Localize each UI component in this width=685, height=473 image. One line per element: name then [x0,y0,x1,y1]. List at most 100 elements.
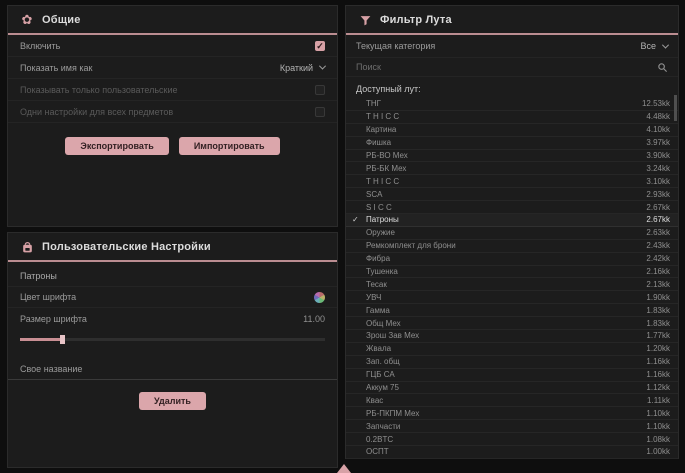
enable-row: Включить ✓ [8,35,337,57]
category-value: Все [640,41,656,51]
loot-item-name: ГЦБ СА [366,370,646,379]
loot-item-value: 2.16kk [646,267,670,276]
loot-item-name: РБ-ВО Мех [366,151,646,160]
category-row: Текущая категория Все [346,35,678,58]
general-settings-panel: ✿ Общие Включить ✓ Показать имя как Крат… [7,5,338,227]
loot-list-item[interactable]: ✓ Запчасти 1.10kk [346,420,678,433]
color-wheel-icon[interactable] [314,292,325,303]
loot-item-name: ТНГ [366,99,642,108]
loot-list-item[interactable]: ✓ РБ-ПКПМ Мех 1.10kk [346,407,678,420]
loot-item-value: 4.10kk [646,125,670,134]
search-input[interactable] [356,62,657,72]
loot-item-name: 0.2BTC [366,435,646,444]
enable-label: Включить [20,41,60,51]
loot-item-name: Фишка [366,138,646,147]
chevron-down-icon [319,63,326,70]
loot-list-item[interactable]: ✓ Аккум 75 1.12kk [346,382,678,395]
loot-list-item[interactable]: ✓ Фибра 2.42kk [346,253,678,266]
backpack-icon [20,240,34,254]
loot-item-value: 1.16kk [646,357,670,366]
loot-item-value: 3.10kk [646,177,670,186]
loot-item-name: SCA [366,190,646,199]
custom-name-input[interactable] [92,361,325,377]
export-button[interactable]: Экспортировать [65,137,168,155]
loot-item-name: Тесак [366,280,646,289]
header-divider [8,260,337,262]
loot-list-item[interactable]: ✓ Тесак 2.13kk [346,278,678,291]
loot-item-value: 1.77kk [646,331,670,340]
loot-item-value: 2.42kk [646,254,670,263]
only-custom-checkbox[interactable] [315,85,325,95]
loot-list-item[interactable]: ✓ Зрош Зав Мех 1.77kk [346,330,678,343]
gear-flower-icon: ✿ [20,13,34,27]
loot-list-item[interactable]: ✓ Картина 4.10kk [346,124,678,137]
loot-list-item[interactable]: ✓ ТНГ 12.53kk [346,98,678,111]
loot-item-name: Общ Мех [366,319,646,328]
loot-item-name: Фибра [366,254,646,263]
search-row [346,58,678,77]
loot-list-item[interactable]: ✓ SCA 2.93kk [346,188,678,201]
scrollbar-thumb[interactable] [674,95,677,121]
loot-list-item[interactable]: ✓ Зап. общ 1.16kk [346,356,678,369]
font-size-slider[interactable] [20,334,325,344]
import-button[interactable]: Импортировать [179,137,280,155]
slider-track [20,338,325,341]
loot-list-item[interactable]: ✓ Ремкомплект для брони 2.43kk [346,240,678,253]
collapse-handle-icon[interactable] [337,464,351,473]
loot-item-name: Ремкомплект для брони [366,241,646,250]
delete-row: Удалить [8,392,337,410]
loot-item-name: S I C C [366,203,646,212]
custom-name-row: Свое название [8,358,337,380]
loot-item-value: 2.93kk [646,190,670,199]
loot-item-name: Картина [366,125,646,134]
checkmark-icon: ✓ [352,215,359,224]
slider-fill [20,338,60,341]
name-mode-label: Показать имя как [20,63,92,73]
loot-list-item[interactable]: ✓ Тушенка 2.16kk [346,266,678,279]
name-mode-dropdown[interactable]: Краткий [280,63,325,73]
loot-list-item[interactable]: ✓ Жвала 1.20kk [346,343,678,356]
available-loot-label: Доступный лут: [346,77,678,98]
font-size-row: Размер шрифта 11.00 [8,308,337,330]
loot-list-item[interactable]: ✓ УВЧ 1.90kk [346,291,678,304]
loot-filter-panel: Фильтр Лута Текущая категория Все Доступ… [345,5,679,459]
loot-list-item[interactable]: ✓ Оружие 2.63kk [346,227,678,240]
loot-item-name: Зрош Зав Мех [366,331,646,340]
loot-item-value: 2.63kk [646,228,670,237]
loot-item-name: Жвала [366,344,646,353]
loot-list-item[interactable]: ✓ 0.2BTC 1.08kk [346,433,678,446]
funnel-icon [358,13,372,27]
chevron-down-icon [662,41,669,48]
loot-list-item[interactable]: ✓ Квас 1.11kk [346,394,678,407]
loot-list-item[interactable]: ✓ S I C C 2.67kk [346,201,678,214]
slider-handle[interactable] [60,335,65,344]
loot-item-name: Квас [366,396,647,405]
same-settings-row: Одни настройки для всех предметов [8,101,337,123]
header-divider [346,33,678,35]
font-size-label: Размер шрифта [20,314,87,324]
loot-list-item[interactable]: ✓ РБ-ВО Мех 3.90kk [346,150,678,163]
loot-item-value: 2.13kk [646,280,670,289]
category-dropdown[interactable]: Все [640,41,668,51]
magnifier-icon[interactable] [657,62,668,73]
loot-list-item[interactable]: ✓ Гамма 1.83kk [346,304,678,317]
only-custom-label: Показывать только пользовательские [20,85,178,95]
loot-list-item[interactable]: ✓ T H I C C 4.48kk [346,111,678,124]
loot-item-value: 1.08kk [646,435,670,444]
delete-button[interactable]: Удалить [139,392,206,410]
category-label: Текущая категория [356,41,435,51]
loot-list-item[interactable]: ✓ РБ-БК Мех 3.24kk [346,162,678,175]
loot-item-name: Патроны [366,215,646,224]
loot-list-item[interactable]: ✓ T H I C C 3.10kk [346,175,678,188]
loot-list-item[interactable]: ✓ ГЦБ СА 1.16kk [346,369,678,382]
same-settings-checkbox[interactable] [315,107,325,117]
loot-item-value: 3.97kk [646,138,670,147]
loot-list-item[interactable]: ✓ Фишка 3.97kk [346,137,678,150]
loot-list-item[interactable]: ✓ Патроны 2.67kk [346,214,678,227]
selected-item-name: Патроны [8,262,337,286]
loot-item-value: 1.10kk [646,422,670,431]
loot-list-item[interactable]: ✓ Общ Мех 1.83kk [346,317,678,330]
loot-list-item[interactable]: ✓ ОСПТ 1.00kk [346,446,678,459]
enable-checkbox[interactable]: ✓ [315,41,325,51]
loot-item-value: 4.48kk [646,112,670,121]
